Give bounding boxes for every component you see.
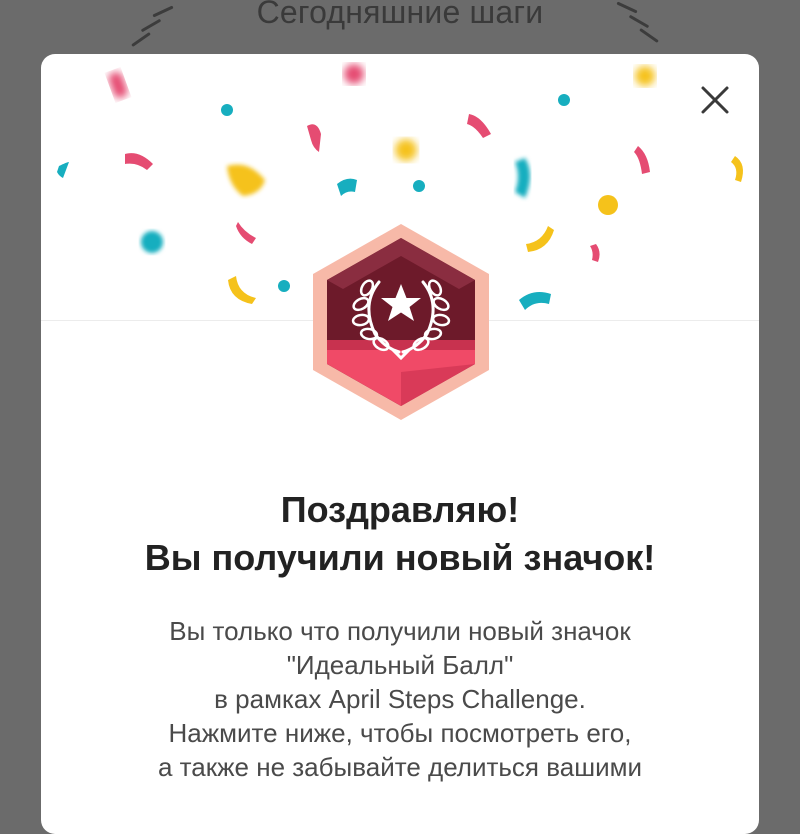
laurel-star-badge-icon: [313, 224, 489, 420]
description-line: а также не забывайте делиться вашими: [158, 752, 642, 782]
heading-line: Поздравляю!: [280, 489, 520, 530]
badge-description: Вы только что получили новый значок "Иде…: [61, 614, 739, 784]
badge-earned-dialog: Поздравляю! Вы получили новый значок! Вы…: [41, 54, 759, 834]
today-steps-title: Сегодняшние шаги: [256, 0, 544, 30]
description-line: Вы только что получили новый значок: [169, 616, 631, 646]
heading-line: Вы получили новый значок!: [144, 537, 656, 578]
description-line: Нажмите ниже, чтобы посмотреть его,: [168, 718, 632, 748]
description-line: в рамках April Steps Challenge.: [214, 684, 586, 714]
close-icon: [701, 86, 729, 114]
congrats-heading: Поздравляю! Вы получили новый значок!: [41, 486, 759, 582]
progress-ring-tick: [131, 31, 151, 48]
perfect-score-badge: [309, 222, 493, 422]
close-button[interactable]: [697, 82, 733, 118]
badge-name: "Идеальный Балл": [286, 650, 514, 680]
